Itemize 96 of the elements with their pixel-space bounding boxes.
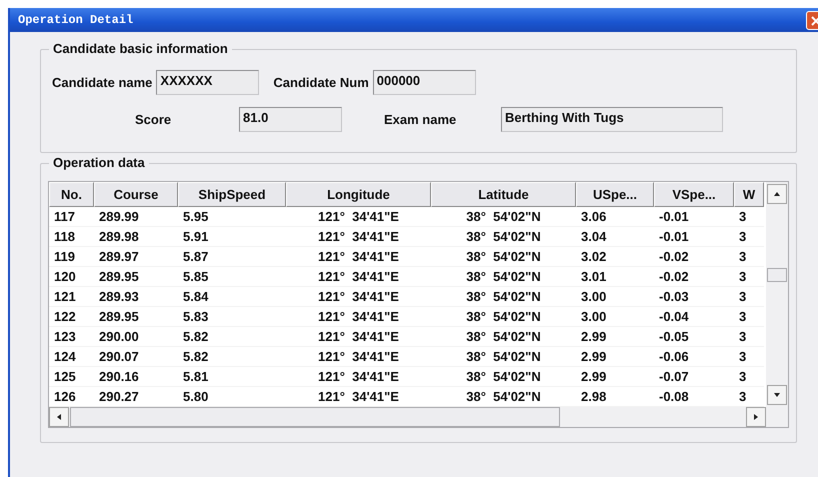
text-field[interactable]: Berthing With Tugs [501, 107, 723, 132]
field-label: Score [135, 112, 172, 127]
table-cell: 290.07 [94, 347, 178, 367]
column-header[interactable]: VSpe... [654, 182, 734, 207]
table-cell: 290.16 [94, 367, 178, 387]
table-cell: 3 [734, 247, 764, 267]
vertical-scrollbar[interactable] [766, 182, 788, 407]
column-header[interactable]: Course [94, 182, 178, 207]
table-cell: 289.95 [94, 267, 178, 287]
table-cell: 5.82 [178, 327, 286, 347]
column-header[interactable]: Latitude [431, 182, 576, 207]
table-cell: 3.04 [576, 227, 654, 247]
scroll-thumb[interactable] [767, 268, 787, 282]
window-title: Operation Detail [18, 13, 134, 27]
table-cell: -0.05 [654, 327, 734, 347]
table-cell: 2.99 [576, 347, 654, 367]
column-header[interactable]: W [734, 182, 764, 207]
table-cell: 5.87 [178, 247, 286, 267]
scrollbar-corner [766, 407, 788, 427]
table-cell: 38° 54'02"N [431, 287, 576, 307]
close-icon [811, 16, 818, 26]
table-cell: 121° 34'41"E [286, 367, 431, 387]
horizontal-scrollbar[interactable] [49, 407, 766, 427]
table-cell: -0.02 [654, 247, 734, 267]
table-cell: 3.00 [576, 307, 654, 327]
table-cell: -0.03 [654, 287, 734, 307]
table-cell: 3 [734, 347, 764, 367]
table-cell: 38° 54'02"N [431, 367, 576, 387]
table-cell: 289.93 [94, 287, 178, 307]
table-cell: 121° 34'41"E [286, 347, 431, 367]
table-cell: 38° 54'02"N [431, 267, 576, 287]
table-cell: 121° 34'41"E [286, 227, 431, 247]
table-cell: 3 [734, 287, 764, 307]
table-cell: -0.06 [654, 347, 734, 367]
table-cell: 121 [49, 287, 94, 307]
column-header[interactable]: No. [49, 182, 94, 207]
table-cell: 289.97 [94, 247, 178, 267]
table-cell: 121° 34'41"E [286, 327, 431, 347]
text-field[interactable]: 81.0 [239, 107, 342, 132]
table-cell: 117 [49, 207, 94, 227]
table-cell: 5.81 [178, 367, 286, 387]
table-cell: 118 [49, 227, 94, 247]
table-cell: 121° 34'41"E [286, 287, 431, 307]
table-cell: -0.01 [654, 227, 734, 247]
table-cell: 5.84 [178, 287, 286, 307]
table-cell: 3 [734, 227, 764, 247]
field-label: Candidate name [52, 75, 152, 90]
table-cell: 38° 54'02"N [431, 347, 576, 367]
column-header[interactable]: USpe... [576, 182, 654, 207]
table-cell: 122 [49, 307, 94, 327]
table-cell: 3 [734, 367, 764, 387]
table-cell: 38° 54'02"N [431, 307, 576, 327]
table-cell: 38° 54'02"N [431, 327, 576, 347]
column-header[interactable]: ShipSpeed [178, 182, 286, 207]
table-cell: 5.83 [178, 307, 286, 327]
table-cell: 3.00 [576, 287, 654, 307]
field-label: Exam name [384, 112, 458, 127]
scroll-thumb[interactable] [70, 407, 560, 427]
text-field[interactable]: 000000 [372, 70, 476, 95]
column-header[interactable]: Longitude [286, 182, 431, 207]
table-cell: 123 [49, 327, 94, 347]
table-cell: 289.99 [94, 207, 178, 227]
text-field[interactable]: XXXXXX [156, 70, 260, 95]
table-cell: 3.06 [576, 207, 654, 227]
table-cell: 121° 34'41"E [286, 307, 431, 327]
table-cell: -0.04 [654, 307, 734, 327]
table-cell: 2.99 [576, 327, 654, 347]
table-cell: 3.02 [576, 247, 654, 267]
table-cell: 3 [734, 327, 764, 347]
table-cell: -0.02 [654, 267, 734, 287]
table-cell: 5.95 [178, 207, 286, 227]
table-cell: -0.07 [654, 367, 734, 387]
table-cell: 290.00 [94, 327, 178, 347]
table-cell: 119 [49, 247, 94, 267]
group-title: Operation data [49, 155, 149, 171]
table-cell: 5.85 [178, 267, 286, 287]
table-cell: 121° 34'41"E [286, 247, 431, 267]
table-cell: 38° 54'02"N [431, 247, 576, 267]
table-cell: 3 [734, 267, 764, 287]
table-cell: 38° 54'02"N [431, 227, 576, 247]
table-cell: 3.01 [576, 267, 654, 287]
table-cell: 120 [49, 267, 94, 287]
field-label: Candidate Num [273, 75, 369, 90]
table-cell: 125 [49, 367, 94, 387]
table-cell: 121° 34'41"E [286, 267, 431, 287]
table-cell: 38° 54'02"N [431, 207, 576, 227]
table-cell: 289.98 [94, 227, 178, 247]
table-cell: 3 [734, 307, 764, 327]
table-cell: 124 [49, 347, 94, 367]
table-cell: -0.01 [654, 207, 734, 227]
table-cell: 2.99 [576, 367, 654, 387]
table-cell: 5.82 [178, 347, 286, 367]
table-cell: 121° 34'41"E [286, 207, 431, 227]
table-cell: 289.95 [94, 307, 178, 327]
table-cell: 3 [734, 207, 764, 227]
table-cell: 5.91 [178, 227, 286, 247]
